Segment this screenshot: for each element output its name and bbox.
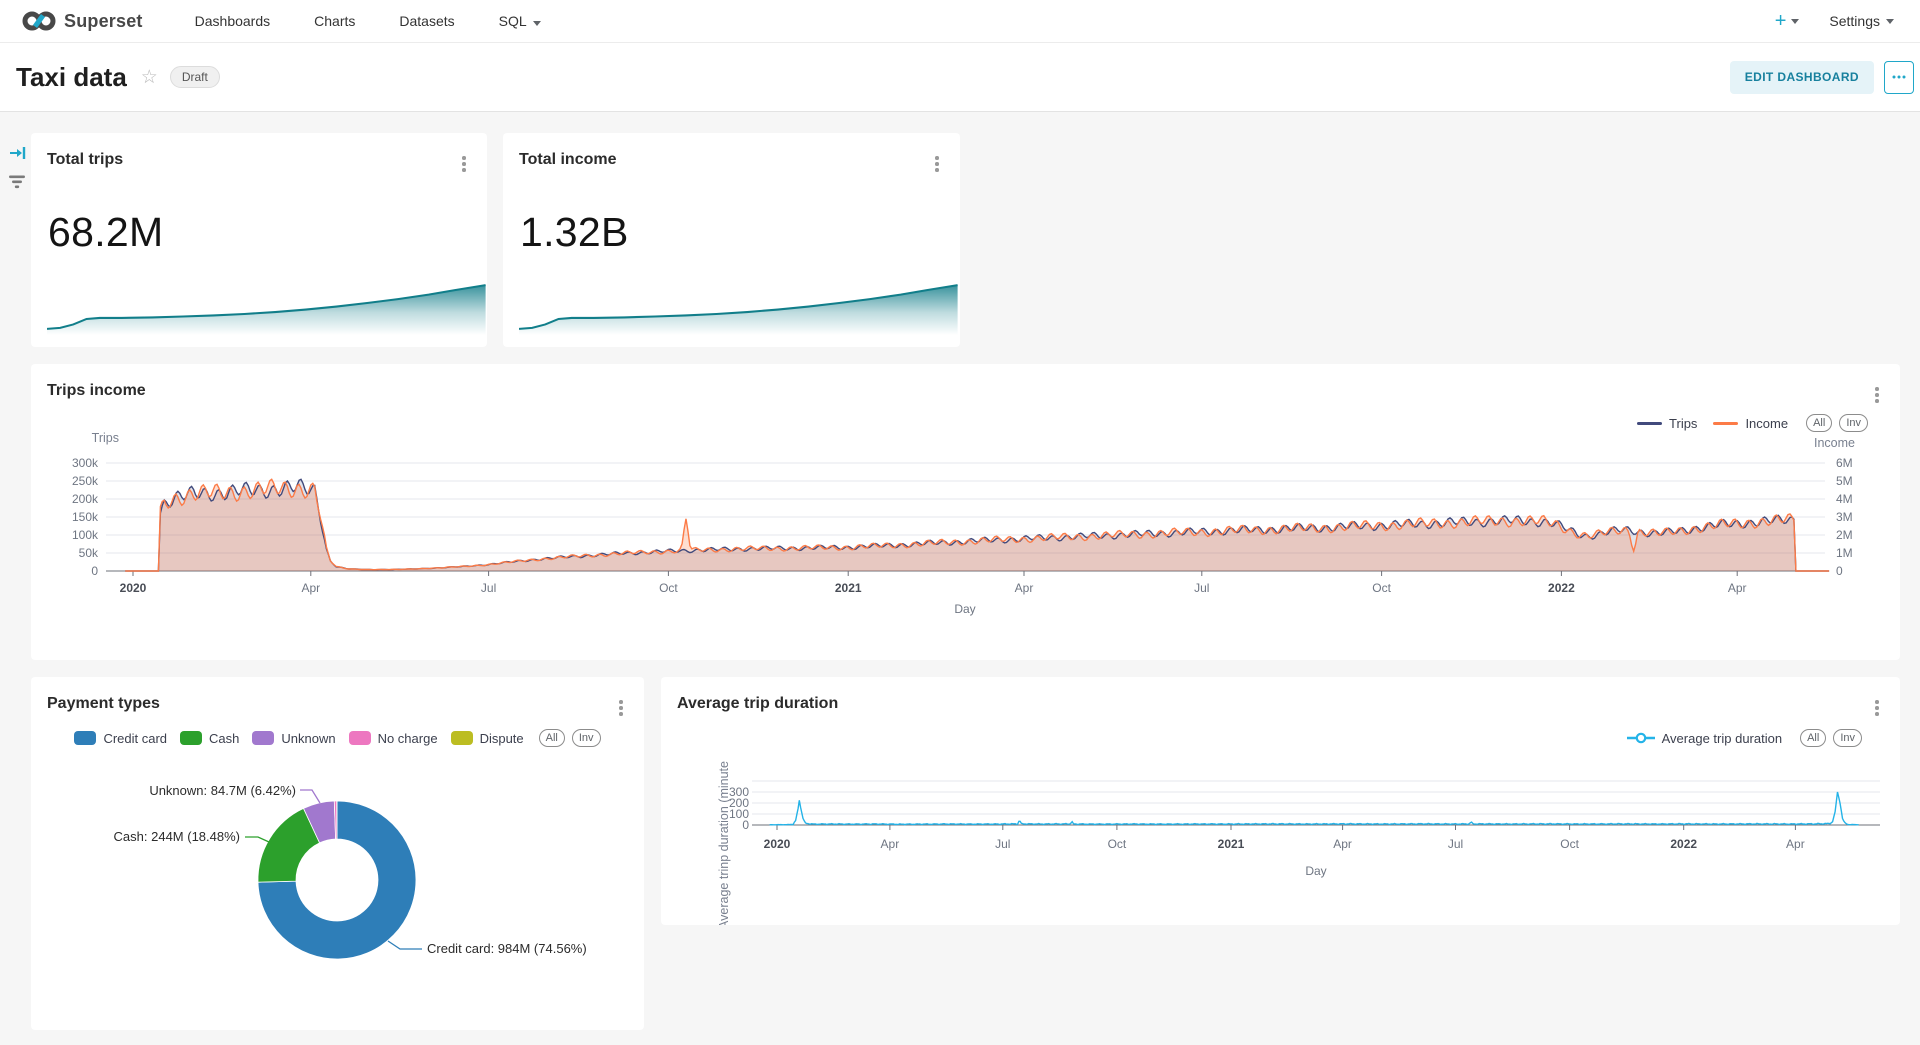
navbar: Superset Dashboards Charts Datasets SQL … — [0, 0, 1920, 43]
payment-types-donut-chart[interactable]: Credit card: 984M (74.56%) Cash: 244M (18… — [31, 677, 644, 1030]
nav-sql[interactable]: SQL — [499, 13, 541, 29]
status-badge: Draft — [170, 66, 220, 88]
svg-text:4M: 4M — [1836, 492, 1853, 506]
svg-text:3M: 3M — [1836, 510, 1853, 524]
settings-label: Settings — [1829, 13, 1880, 29]
expand-filter-bar-icon[interactable] — [9, 145, 27, 161]
svg-text:Day: Day — [1305, 864, 1326, 878]
svg-text:2022: 2022 — [1548, 581, 1575, 595]
nav-dashboards[interactable]: Dashboards — [195, 13, 271, 29]
svg-text:100k: 100k — [72, 528, 99, 542]
settings-menu[interactable]: Settings — [1829, 13, 1894, 29]
svg-text:300k: 300k — [72, 456, 99, 470]
svg-text:1M: 1M — [1836, 546, 1853, 560]
svg-text:Credit card: 984M (74.56%): Credit card: 984M (74.56%) — [427, 941, 587, 956]
superset-logo-icon — [22, 8, 56, 34]
svg-text:Trips: Trips — [92, 431, 119, 445]
svg-text:Apr: Apr — [881, 837, 900, 851]
trips-income-chart[interactable]: 300k250k200k150k100k50k06M5M4M3M2M1M0Tri… — [31, 364, 1900, 660]
svg-text:0: 0 — [1836, 564, 1843, 578]
total-trips-sparkline — [47, 275, 486, 335]
svg-text:Cash: 244M (18.48%): Cash: 244M (18.48%) — [114, 829, 240, 844]
svg-text:0: 0 — [742, 818, 749, 832]
svg-text:Oct: Oct — [1108, 837, 1127, 851]
panel-trips-income: Trips income TripsIncomeAllInv Income 30… — [31, 364, 1900, 660]
svg-text:Jul: Jul — [995, 837, 1010, 851]
kebab-menu-icon[interactable] — [457, 155, 471, 173]
main-nav: Dashboards Charts Datasets SQL — [195, 13, 541, 29]
svg-text:200k: 200k — [72, 492, 99, 506]
svg-text:2021: 2021 — [835, 581, 862, 595]
svg-text:Apr: Apr — [1728, 581, 1747, 595]
panel-total-income: Total income 1.32B — [503, 133, 960, 347]
favorite-star-icon[interactable]: ☆ — [141, 66, 158, 89]
nav-datasets[interactable]: Datasets — [399, 13, 454, 29]
svg-text:5M: 5M — [1836, 474, 1853, 488]
svg-text:Oct: Oct — [659, 581, 678, 595]
svg-text:Apr: Apr — [301, 581, 320, 595]
brand-name: Superset — [64, 11, 143, 32]
svg-text:2021: 2021 — [1218, 837, 1245, 851]
svg-text:Jul: Jul — [1448, 837, 1463, 851]
svg-text:Oct: Oct — [1372, 581, 1391, 595]
panel-title: Total income — [519, 151, 617, 169]
svg-text:Apr: Apr — [1015, 581, 1034, 595]
svg-text:Average trinp duration (minute: Average trinp duration (minute — [717, 761, 731, 925]
svg-text:2022: 2022 — [1670, 837, 1697, 851]
new-item-button[interactable]: + — [1775, 10, 1800, 33]
navbar-right: + Settings — [1775, 10, 1920, 33]
ellipsis-icon — [1898, 76, 1901, 79]
panel-average-trip-duration: Average trip duration Average trip durat… — [661, 677, 1900, 925]
nav-charts[interactable]: Charts — [314, 13, 355, 29]
more-options-button[interactable] — [1884, 61, 1914, 94]
chevron-down-icon — [533, 21, 541, 26]
panel-total-trips: Total trips 68.2M — [31, 133, 487, 347]
svg-text:Jul: Jul — [481, 581, 496, 595]
page-title: Taxi data — [16, 62, 127, 93]
svg-text:2M: 2M — [1836, 528, 1853, 542]
plus-icon: + — [1775, 10, 1787, 33]
svg-text:150k: 150k — [72, 510, 99, 524]
svg-text:Jul: Jul — [1194, 581, 1209, 595]
superset-brand[interactable]: Superset — [22, 8, 143, 34]
svg-text:Apr: Apr — [1333, 837, 1352, 851]
total-trips-value: 68.2M — [48, 209, 163, 256]
panel-payment-types: Payment types Credit cardCashUnknownNo c… — [31, 677, 644, 1030]
svg-text:50k: 50k — [79, 546, 99, 560]
svg-text:2020: 2020 — [120, 581, 147, 595]
dashboard-header: Taxi data ☆ Draft EDIT DASHBOARD — [0, 43, 1920, 112]
filter-funnel-icon[interactable] — [8, 174, 26, 190]
svg-text:Apr: Apr — [1786, 837, 1805, 851]
svg-text:6M: 6M — [1836, 456, 1853, 470]
chevron-down-icon — [1886, 19, 1894, 24]
total-income-sparkline — [519, 275, 958, 335]
edit-dashboard-button[interactable]: EDIT DASHBOARD — [1730, 61, 1874, 94]
chevron-down-icon — [1791, 19, 1799, 24]
svg-text:Day: Day — [954, 602, 975, 616]
svg-text:Unknown: 84.7M (6.42%): Unknown: 84.7M (6.42%) — [149, 783, 296, 798]
average-trip-duration-chart[interactable]: 3002001000Average trinp duration (minute… — [661, 677, 1900, 925]
header-actions: EDIT DASHBOARD — [1730, 61, 1920, 94]
kebab-menu-icon[interactable] — [930, 155, 944, 173]
total-income-value: 1.32B — [520, 209, 629, 256]
svg-text:0: 0 — [91, 564, 98, 578]
svg-text:2020: 2020 — [764, 837, 791, 851]
panel-title: Total trips — [47, 151, 123, 169]
svg-text:250k: 250k — [72, 474, 99, 488]
nav-sql-label: SQL — [499, 13, 527, 29]
dashboard-body: Total trips 68.2M Total income 1.32B Tri… — [0, 112, 1920, 1045]
svg-text:Oct: Oct — [1560, 837, 1579, 851]
